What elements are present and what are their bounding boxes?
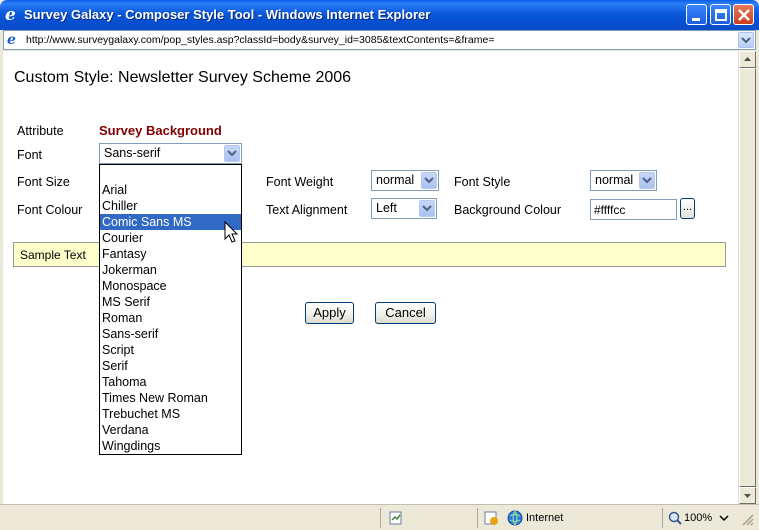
popup-blocker-icon <box>484 511 498 525</box>
font-option-trebuchet-ms[interactable]: Trebuchet MS <box>100 406 241 422</box>
attribute-value: Survey Background <box>99 123 222 138</box>
font-option-roman[interactable]: Roman <box>100 310 241 326</box>
scroll-up-button[interactable] <box>739 51 756 68</box>
background-colour-input[interactable]: #ffffcc <box>590 199 677 220</box>
font-option-arial[interactable]: Arial <box>100 182 241 198</box>
vertical-scrollbar[interactable] <box>738 51 756 504</box>
font-option-verdana[interactable]: Verdana <box>100 422 241 438</box>
font-colour-label: Font Colour <box>17 203 83 217</box>
chevron-down-icon <box>227 150 237 157</box>
font-option-script[interactable]: Script <box>100 342 241 358</box>
font-option-courier[interactable]: Courier <box>100 230 241 246</box>
maximize-icon <box>715 9 727 21</box>
status-divider <box>380 508 381 528</box>
status-divider <box>477 508 478 528</box>
window-title: Survey Galaxy - Composer Style Tool - Wi… <box>24 7 431 22</box>
sample-text: Sample Text <box>20 248 86 262</box>
font-select-arrow[interactable] <box>224 145 240 162</box>
attribute-label: Attribute <box>17 124 64 138</box>
address-url[interactable]: http://www.surveygalaxy.com/pop_styles.a… <box>26 34 494 46</box>
chevron-down-icon <box>422 205 432 212</box>
resize-grip-icon[interactable] <box>741 513 757 529</box>
font-label: Font <box>17 148 43 162</box>
text-alignment-value: Left <box>376 201 397 215</box>
maximize-button[interactable] <box>710 4 731 25</box>
internet-zone-icon <box>507 510 523 526</box>
mouse-pointer-icon <box>224 221 239 243</box>
font-weight-label: Font Weight <box>266 175 334 189</box>
minimize-icon <box>692 18 700 21</box>
zone-label: Internet <box>526 512 564 524</box>
ie-logo-icon: e <box>5 5 16 25</box>
font-option-ms-serif[interactable]: MS Serif <box>100 294 241 310</box>
text-alignment-arrow[interactable] <box>419 200 435 217</box>
page-title: Custom Style: Newsletter Survey Scheme 2… <box>14 69 352 86</box>
font-weight-select[interactable]: normal <box>371 170 439 191</box>
font-option-comic-sans-ms[interactable]: Comic Sans MS <box>100 214 241 230</box>
zoom-level[interactable]: 100% <box>684 512 712 524</box>
page-icon: e <box>7 32 16 48</box>
font-weight-value: normal <box>376 173 415 187</box>
arrow-up-icon <box>744 57 751 61</box>
font-style-value: normal <box>595 173 634 187</box>
text-alignment-label: Text Alignment <box>266 203 348 217</box>
status-divider <box>662 508 663 528</box>
font-option-jokerman[interactable]: Jokerman <box>100 262 241 278</box>
scroll-down-button[interactable] <box>739 487 756 504</box>
minimize-button[interactable] <box>686 4 707 25</box>
zoom-icon[interactable] <box>667 510 683 526</box>
chevron-down-icon <box>424 177 434 184</box>
text-alignment-select[interactable]: Left <box>371 198 437 219</box>
font-option-wingdings[interactable]: Wingdings <box>100 438 241 454</box>
cancel-button[interactable]: Cancel <box>375 302 436 324</box>
font-option-serif[interactable]: Serif <box>100 358 241 374</box>
page-status-icon <box>389 511 402 525</box>
title-bar[interactable]: e Survey Galaxy - Composer Style Tool - … <box>0 0 759 30</box>
chevron-down-icon[interactable] <box>718 510 734 526</box>
font-select-value: Sans-serif <box>104 146 161 160</box>
font-option-chiller[interactable]: Chiller <box>100 198 241 214</box>
font-option-monospace[interactable]: Monospace <box>100 278 241 294</box>
font-dropdown-list[interactable]: Arial Chiller Comic Sans MS Courier Fant… <box>99 164 242 455</box>
font-weight-arrow[interactable] <box>421 172 437 189</box>
font-select[interactable]: Sans-serif <box>99 143 242 164</box>
apply-button[interactable]: Apply <box>305 302 354 324</box>
chevron-down-icon <box>741 37 751 44</box>
page-content: Custom Style: Newsletter Survey Scheme 2… <box>3 51 738 504</box>
scroll-thumb[interactable] <box>739 68 756 487</box>
chevron-down-icon <box>642 177 652 184</box>
font-size-label: Font Size <box>17 175 70 189</box>
font-option-sans-serif[interactable]: Sans-serif <box>100 326 241 342</box>
color-picker-button[interactable]: ... <box>680 198 695 219</box>
background-colour-label: Background Colour <box>454 203 562 217</box>
font-option-tahoma[interactable]: Tahoma <box>100 374 241 390</box>
close-icon <box>738 9 750 21</box>
address-bar[interactable]: e http://www.surveygalaxy.com/pop_styles… <box>3 30 756 50</box>
address-dropdown-button[interactable] <box>738 32 754 48</box>
font-option-times-new-roman[interactable]: Times New Roman <box>100 390 241 406</box>
font-style-select[interactable]: normal <box>590 170 657 191</box>
font-option-fantasy[interactable]: Fantasy <box>100 246 241 262</box>
arrow-down-icon <box>744 494 751 498</box>
font-style-label: Font Style <box>454 175 511 189</box>
font-style-arrow[interactable] <box>639 172 655 189</box>
close-button[interactable] <box>733 4 754 25</box>
status-bar: Internet 100% <box>0 504 759 530</box>
